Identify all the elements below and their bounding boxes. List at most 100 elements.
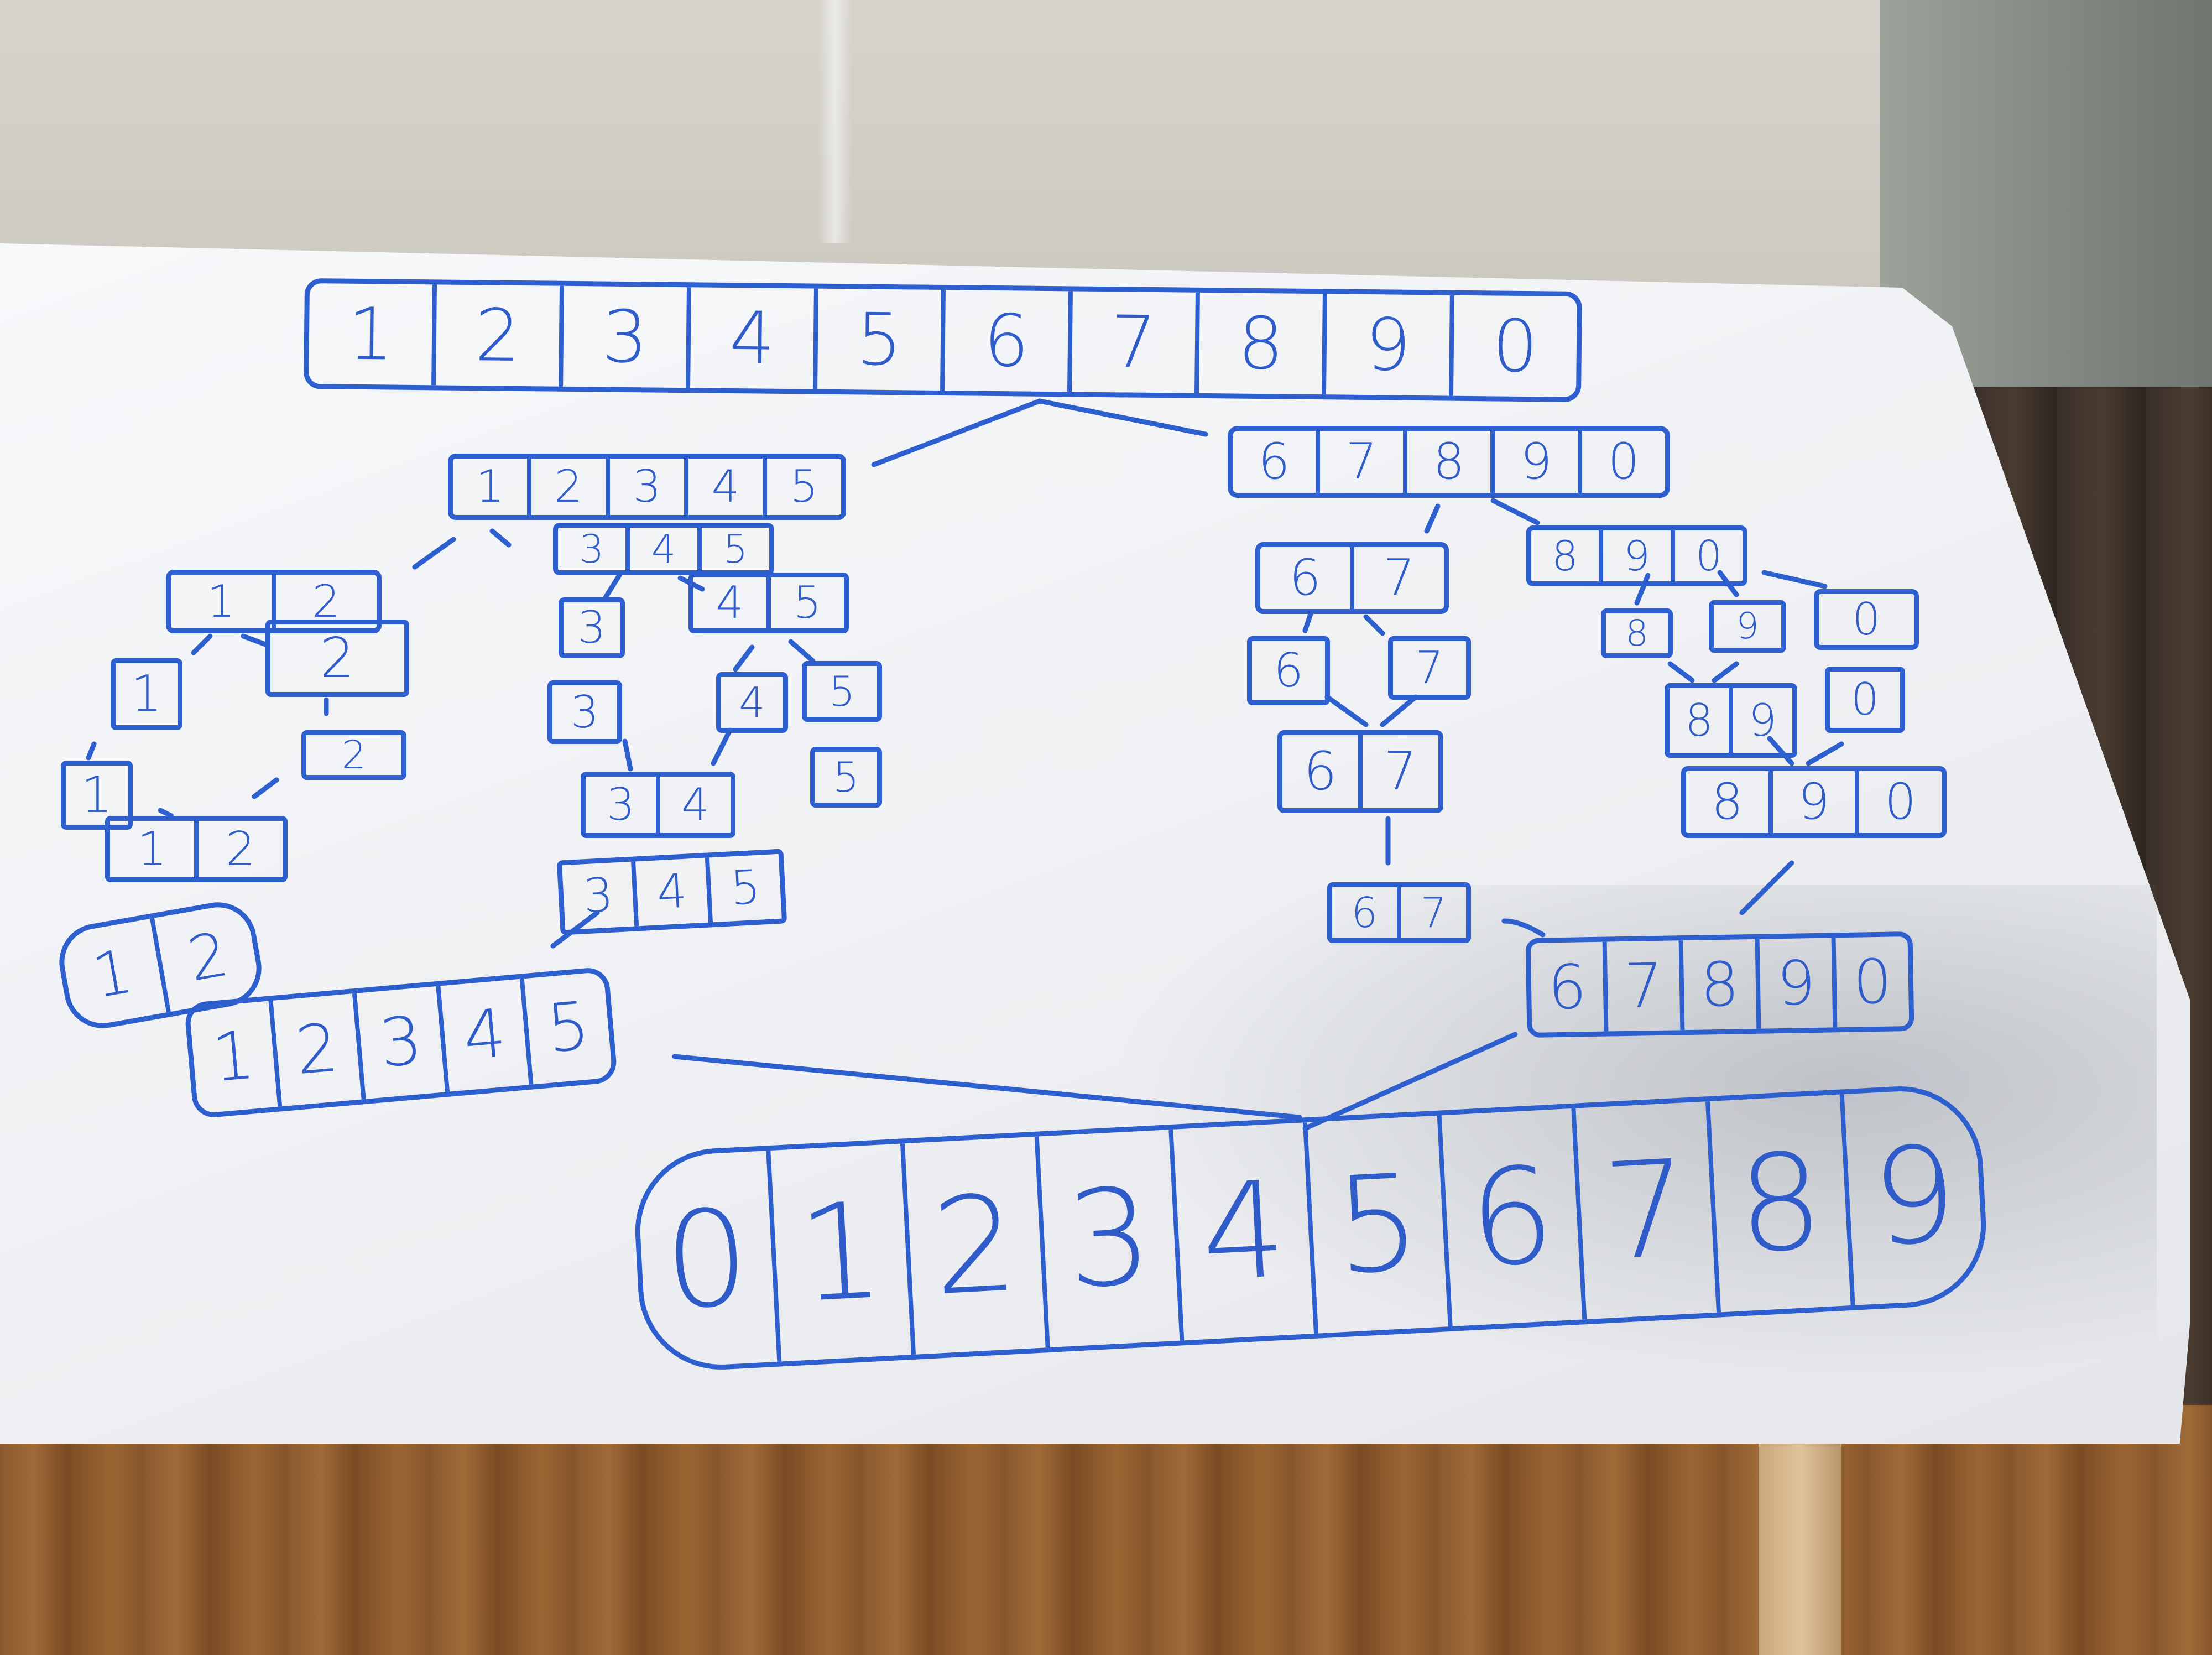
cell: 7 [1420,888,1447,937]
merge-67890: 6 7 8 9 0 [1525,931,1914,1038]
cell: 7 [1415,642,1444,694]
result-cell: 0 [636,1150,782,1369]
cell: 4 [688,459,767,515]
cell: 6 [1530,941,1609,1033]
cell: 2 [531,459,610,515]
result-cell: 4 [1173,1122,1318,1341]
result-cell: 6 [1441,1108,1587,1326]
cell: 3 [586,777,660,833]
cell: 9 [1495,431,1582,493]
cell: 9 [1749,694,1777,746]
top-array: 1 2 3 4 5 6 7 8 9 0 [304,278,1582,403]
cell-3: 3 [559,597,625,658]
cell: 6 [1260,547,1354,609]
group-67: 6 7 [1255,542,1449,614]
cell-5b: 5 [810,747,882,808]
cell: 3 [356,986,450,1099]
cell-3b: 3 [547,680,622,744]
cell: 3 [577,602,606,653]
merge-345: 3 4 5 [556,849,787,935]
merge-67-b: 6 7 [1327,882,1471,943]
cell: 0 [1608,433,1640,491]
cell: 8 [1686,771,1773,833]
cell: 1 [131,665,163,723]
result-cell: 2 [904,1136,1050,1355]
cell-5: 5 [802,661,882,722]
cell: 8 [1670,688,1733,753]
merge-34: 3 4 [581,772,735,838]
array-cell: 6 [945,290,1073,392]
cell: 0 [1851,674,1879,725]
group-345: 3 4 5 [553,523,774,575]
array-cell: 4 [690,287,818,389]
cell-6: 6 [1247,636,1330,705]
cell: 8 [1531,530,1603,581]
cell-0: 0 [1814,589,1919,650]
cell-8: 8 [1601,608,1673,658]
cell-2b: 2 [301,730,406,780]
cell: 1 [171,575,276,628]
cell: 7 [1384,741,1417,802]
merge-89: 8 9 [1665,683,1797,758]
cell: 3 [571,686,599,738]
cell: 9 [1773,771,1860,833]
array-cell: 0 [1491,304,1539,389]
cell: 2 [341,732,367,778]
cell: 7 [1383,549,1415,607]
cell: 9 [1759,938,1838,1029]
cell: 0 [1695,531,1722,580]
cell: 4 [440,979,534,1092]
group-890: 8 9 0 [1526,525,1747,586]
level1-left: 1 2 3 4 5 [448,454,846,520]
cell: 1 [453,459,531,515]
merge-890: 8 9 0 [1681,766,1947,838]
cell: 5 [790,461,818,512]
cell: 9 [1603,530,1675,581]
array-cell: 7 [1072,291,1200,393]
cell: 2 [320,626,355,690]
array-cell: 9 [1326,294,1454,396]
cell: 5 [723,526,748,572]
array-cell: 2 [436,284,564,387]
photo-scene: 1 2 3 4 5 6 7 8 9 0 1 2 3 4 5 6 7 8 9 0 … [0,0,2212,1655]
result-cell: 1 [770,1143,916,1362]
cell: 5 [544,987,593,1068]
cell-4: 4 [716,672,788,733]
cell: 3 [562,861,639,930]
cell: 7 [1606,940,1685,1032]
cell: 2 [225,821,256,877]
result-cell: 5 [1307,1115,1453,1334]
cell: 0 [1885,773,1917,831]
array-cell: 8 [1199,292,1327,395]
cell-1: 1 [111,658,182,730]
cell: 1 [189,1000,283,1114]
result-cell: 7 [1575,1101,1721,1320]
cell: 1 [59,918,171,1029]
cell: 0 [1852,594,1881,645]
cell: 7 [1320,431,1407,493]
cell: 6 [1273,643,1304,698]
glass-reflection [818,0,852,243]
cell: 3 [558,528,630,570]
cell-9: 9 [1709,600,1786,653]
table-leg [1759,1438,1841,1655]
cell: 9 [1736,606,1759,647]
cell: 6 [1282,735,1363,808]
cell: 0 [1852,946,1893,1018]
cell: 6 [1233,431,1320,493]
cell: 4 [635,857,713,927]
cell: 5 [828,667,855,716]
cell: 5 [833,752,859,802]
result-cell: 3 [1039,1129,1185,1347]
cell: 4 [693,577,771,628]
cell: 4 [739,678,765,727]
merge-12-a: 1 2 [105,816,288,882]
array-cell: 1 [309,283,437,386]
cell: 1 [110,821,199,877]
cell: 4 [681,779,709,830]
cell: 3 [610,459,688,515]
cell: 8 [1625,612,1648,654]
cell-0b: 0 [1825,667,1905,733]
cell-2: 2 [265,620,409,697]
cell: 5 [729,860,762,917]
